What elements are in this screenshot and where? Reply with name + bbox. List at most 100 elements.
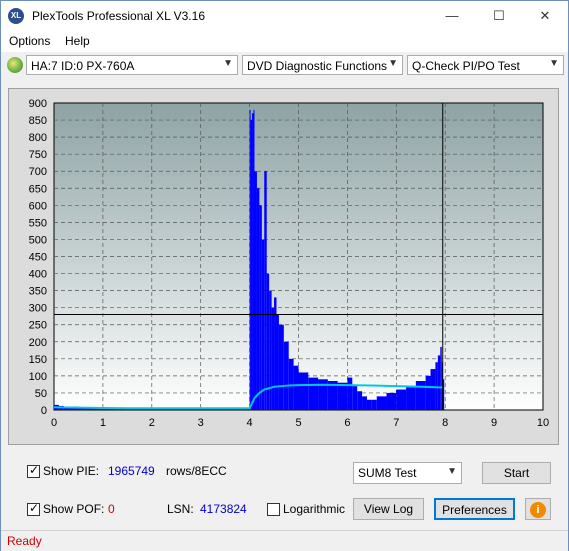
x-axis: 0 1 2 3 4 5 6 7 8 9 10 bbox=[51, 417, 549, 429]
pie-bar bbox=[357, 391, 363, 410]
y-tick-label: 0 bbox=[41, 405, 47, 417]
titlebar: XL PlexTools Professional XL V3.16 — ☐ ✕ bbox=[1, 1, 568, 31]
pie-unit: rows/8ECC bbox=[166, 464, 227, 478]
pie-bar bbox=[276, 314, 279, 410]
pie-bar bbox=[386, 392, 397, 410]
pie-bar bbox=[259, 205, 262, 410]
minimize-button[interactable]: — bbox=[429, 1, 475, 31]
test-select[interactable]: Q-Check PI/PO Test ▼ bbox=[407, 55, 564, 75]
lsn-value: 4173824 bbox=[200, 502, 247, 516]
info-button[interactable]: i bbox=[525, 498, 551, 520]
pie-bar bbox=[264, 171, 267, 410]
y-tick-label: 500 bbox=[29, 234, 47, 246]
y-tick-label: 800 bbox=[29, 132, 47, 144]
y-tick-label: 650 bbox=[29, 183, 47, 195]
app-logo-icon: XL bbox=[8, 8, 24, 24]
pie-bar bbox=[437, 355, 441, 410]
chevron-down-icon: ▼ bbox=[447, 466, 457, 477]
pie-bar bbox=[256, 188, 260, 410]
x-tick-label: 10 bbox=[537, 417, 549, 429]
logarithmic-label: Logarithmic bbox=[283, 502, 346, 516]
y-tick-label: 350 bbox=[29, 286, 47, 298]
checkmark-icon: ✓ bbox=[29, 463, 40, 477]
pie-bar bbox=[298, 372, 309, 410]
function-select[interactable]: DVD Diagnostic Functions ▼ bbox=[242, 55, 403, 75]
x-tick-label: 2 bbox=[149, 417, 155, 429]
pie-bar bbox=[425, 375, 431, 410]
info-icon: i bbox=[530, 502, 546, 518]
menu-options[interactable]: Options bbox=[9, 34, 50, 48]
logarithmic-checkbox[interactable] bbox=[267, 503, 280, 516]
pie-value: 1965749 bbox=[108, 464, 155, 478]
x-tick-label: 7 bbox=[393, 417, 399, 429]
x-tick-label: 5 bbox=[295, 417, 301, 429]
sum8-test-select[interactable]: SUM8 Test ▼ bbox=[353, 462, 462, 484]
bottom-controls: ✓ Show PIE: 1965749 rows/8ECC ✓ Show POF… bbox=[8, 450, 559, 525]
y-tick-label: 600 bbox=[29, 200, 47, 212]
show-pie-label: Show PIE: bbox=[43, 464, 100, 478]
test-select-value: Q-Check PI/PO Test bbox=[412, 59, 520, 73]
pie-bar bbox=[435, 362, 438, 410]
pie-bar bbox=[371, 399, 377, 410]
chart-panel: 0 50 100 150 200 250 300 350 400 450 500 550 600 650 7… bbox=[8, 88, 559, 445]
x-tick-label: 8 bbox=[442, 417, 448, 429]
pie-bar bbox=[293, 365, 299, 410]
pie-bar bbox=[271, 307, 275, 410]
pie-bar bbox=[352, 386, 358, 410]
pie-bar bbox=[308, 377, 319, 410]
pie-bar bbox=[269, 290, 272, 410]
close-button[interactable]: ✕ bbox=[522, 1, 568, 31]
function-select-value: DVD Diagnostic Functions bbox=[247, 59, 388, 73]
pie-bar bbox=[253, 109, 255, 411]
y-tick-label: 200 bbox=[29, 337, 47, 349]
chevron-down-icon: ▼ bbox=[549, 58, 559, 69]
y-tick-label: 900 bbox=[29, 98, 47, 110]
pie-bar bbox=[249, 109, 251, 411]
pie-bar bbox=[278, 324, 284, 410]
show-pof-label: Show POF: bbox=[43, 502, 105, 516]
show-pof-checkbox[interactable]: ✓ bbox=[27, 501, 40, 516]
y-tick-label: 700 bbox=[29, 166, 47, 178]
x-tick-label: 3 bbox=[198, 417, 204, 429]
y-tick-label: 300 bbox=[29, 303, 47, 315]
pie-bar bbox=[362, 396, 367, 410]
menu-help[interactable]: Help bbox=[65, 34, 90, 48]
pie-bar bbox=[376, 396, 387, 410]
pie-bar bbox=[250, 120, 253, 411]
pie-bar bbox=[440, 346, 442, 410]
chevron-down-icon: ▼ bbox=[388, 58, 398, 69]
x-tick-label: 1 bbox=[100, 417, 106, 429]
pie-bar bbox=[254, 171, 257, 410]
pie-bar bbox=[261, 239, 265, 410]
x-tick-label: 4 bbox=[247, 417, 253, 429]
show-pie-checkbox[interactable]: ✓ bbox=[27, 463, 40, 478]
preferences-button[interactable]: Preferences bbox=[434, 498, 515, 520]
menubar: Options Help bbox=[1, 31, 568, 52]
pi-po-chart: 0501001502002503003504004505005506006507… bbox=[29, 98, 549, 429]
y-tick-label: 750 bbox=[29, 149, 47, 161]
y-tick-label: 50 bbox=[35, 388, 47, 400]
pof-value: 0 bbox=[108, 502, 115, 516]
y-tick-label: 550 bbox=[29, 217, 47, 229]
statusbar: Ready bbox=[1, 530, 568, 551]
maximize-button[interactable]: ☐ bbox=[476, 1, 522, 31]
start-button[interactable]: Start bbox=[482, 462, 551, 484]
x-tick-label: 9 bbox=[491, 417, 497, 429]
pie-bar bbox=[283, 341, 289, 410]
pie-bar bbox=[347, 377, 353, 410]
y-tick-label: 250 bbox=[29, 320, 47, 332]
y-tick-label: 100 bbox=[29, 371, 47, 383]
status-text: Ready bbox=[7, 534, 42, 548]
y-tick-label: 850 bbox=[29, 115, 47, 127]
x-tick-label: 6 bbox=[344, 417, 350, 429]
pie-bar bbox=[396, 389, 407, 410]
sum8-test-select-value: SUM8 Test bbox=[358, 466, 417, 480]
view-log-button[interactable]: View Log bbox=[353, 498, 424, 520]
drive-icon[interactable] bbox=[7, 57, 23, 73]
checkmark-icon: ✓ bbox=[29, 501, 40, 515]
pie-bar bbox=[430, 369, 436, 410]
y-tick-label: 400 bbox=[29, 269, 47, 281]
y-tick-label: 450 bbox=[29, 252, 47, 264]
drive-select[interactable]: HA:7 ID:0 PX-760A ▼ bbox=[26, 55, 238, 75]
window-title: PlexTools Professional XL V3.16 bbox=[32, 9, 205, 23]
